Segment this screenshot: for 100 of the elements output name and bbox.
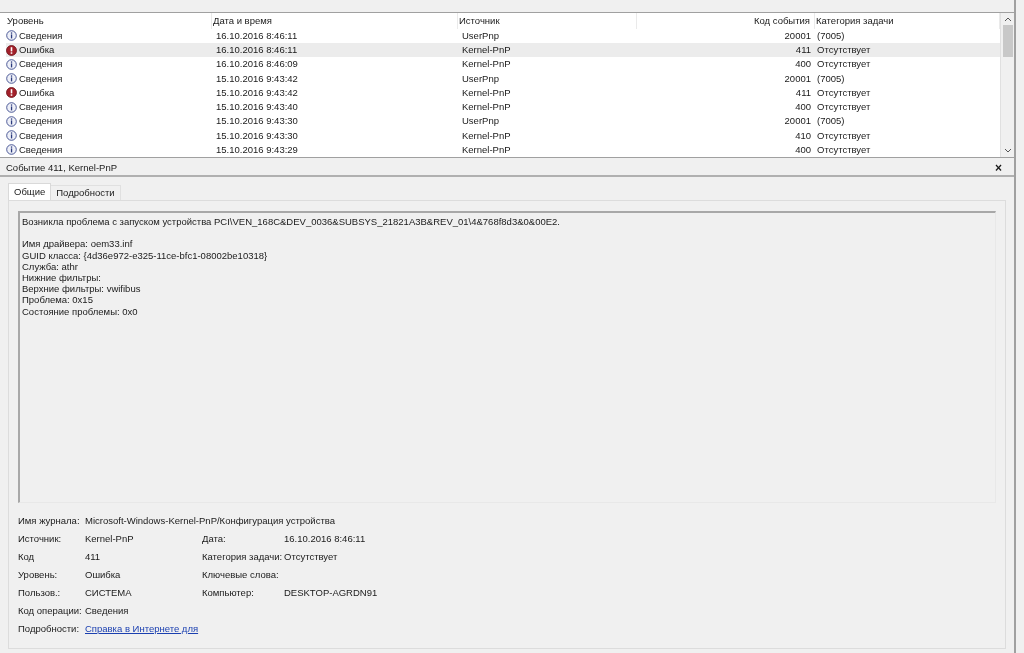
table-cell-text: 16.10.2016 8:46:09 <box>215 58 298 70</box>
field-label: Пользов.: <box>18 587 62 598</box>
table-cell: 20001 <box>784 114 811 129</box>
table-cell-text: 400 <box>795 100 811 114</box>
detail-title: Событие 411, Kernel-PnP <box>6 160 117 175</box>
tab[interactable]: Подробности <box>51 185 121 200</box>
table-cell: Сведения <box>19 128 63 143</box>
table-row[interactable]: Сведения 15.10.2016 9:43:30 UserPnp 20001 (7005) <box>6 114 1000 129</box>
table-cell-text: (7005) <box>816 72 845 84</box>
table-cell: Сведения <box>19 71 63 86</box>
table-cell: Сведения <box>19 142 63 157</box>
table-cell-text: Отсутствует <box>816 143 871 155</box>
field-value: Kernel-PnP <box>85 533 134 544</box>
description-line: Служба: athr <box>22 260 78 272</box>
table-cell: 400 <box>795 142 811 157</box>
table-cell: Сведения <box>19 28 63 43</box>
field-value: Ошибка <box>85 569 121 580</box>
table-cell: Ошибка <box>19 85 55 100</box>
table-cell-text: 15.10.2016 9:43:42 <box>215 86 298 98</box>
table-row[interactable]: Сведения 16.10.2016 8:46:11 UserPnp 20001 (7005) <box>6 28 1000 43</box>
field-label: Подробности: <box>18 623 81 634</box>
table-cell-text: 15.10.2016 9:43:30 <box>215 129 298 141</box>
table-cell-text: 15.10.2016 9:43:30 <box>215 115 298 127</box>
table-cell-text: Отсутствует <box>816 44 871 55</box>
description-box[interactable] <box>18 211 996 503</box>
tab[interactable]: Общие <box>8 183 52 200</box>
field-label: Компьютер: <box>202 587 255 598</box>
table-cell-text: (7005) <box>816 115 845 127</box>
info-icon <box>6 144 17 156</box>
column-header[interactable]: Дата и время <box>212 13 458 29</box>
table-row[interactable]: Ошибка 16.10.2016 8:46:11 Kernel-PnP 411 Отсутствует <box>6 43 1000 58</box>
table-cell-text: UserPnp <box>461 29 499 41</box>
field-value: Microsoft-Windows-Kernel-PnP/Конфигурация устройства <box>85 515 335 526</box>
table-cell: 20001 <box>784 71 811 86</box>
description-line: Имя драйвера: oem33.inf <box>22 238 133 250</box>
field-label: Код операции: <box>18 605 83 616</box>
info-icon <box>6 58 17 70</box>
field-label: Категория задачи: <box>202 551 284 562</box>
scrollbar[interactable] <box>1000 13 1014 157</box>
table-cell-text: 15.10.2016 9:43:40 <box>215 101 298 112</box>
table-row[interactable]: Сведения 15.10.2016 9:43:30 Kernel-PnP 410 Отсутствует <box>6 128 1000 143</box>
table-cell-text: 16.10.2016 8:46:11 <box>215 44 298 55</box>
table-cell-text: Сведения <box>19 100 63 114</box>
table-cell-text: Kernel-PnP <box>461 129 511 141</box>
table-cell: 411 <box>795 85 811 100</box>
table-row[interactable]: Сведения 16.10.2016 8:46:09 Kernel-PnP 400 Отсутствует <box>6 57 1000 72</box>
table-cell-text: Отсутствует <box>816 86 871 98</box>
field-value: 411 <box>85 551 101 562</box>
field-label: Имя журнала: <box>18 515 81 526</box>
table-cell: Сведения <box>19 114 63 129</box>
table-cell-text: UserPnp <box>461 72 499 84</box>
field-value: 16.10.2016 8:46:11 <box>284 533 366 544</box>
table-cell-text: Kernel-PnP <box>461 86 511 98</box>
help-link[interactable]: Справка в Интернете для <box>85 623 199 634</box>
table-cell-text: 15.10.2016 9:43:42 <box>215 72 298 84</box>
table-cell-text: 411 <box>795 43 811 57</box>
column-header[interactable]: Код события <box>637 13 815 29</box>
table-cell-text: Kernel-PnP <box>461 58 511 70</box>
info-icon <box>6 115 17 127</box>
table-row[interactable]: Сведения 15.10.2016 9:43:42 UserPnp 20001 (7005) <box>6 71 1000 86</box>
table-cell: 20001 <box>784 28 811 43</box>
field-value: СИСТЕМА <box>85 587 132 598</box>
table-cell: Сведения <box>19 57 63 72</box>
field-label: Источник: <box>18 533 63 544</box>
description-line: Верхние фильтры: vwifibus <box>22 283 141 295</box>
table-cell-text: Отсутствует <box>816 58 871 70</box>
table-cell-text: Отсутствует <box>816 101 871 112</box>
field-value: Сведения <box>85 605 129 616</box>
table-cell-text: Kernel-PnP <box>461 143 511 155</box>
description-line: GUID класса: {4d36e972-e325-11ce-bfc1-08002be10318} <box>22 249 268 261</box>
field-label: Дата: <box>202 533 227 544</box>
description-line: Состояние проблемы: 0x0 <box>22 305 138 317</box>
table-cell-text: Отсутствует <box>816 129 871 141</box>
description-line: Нижние фильтры: <box>22 272 101 284</box>
table-cell-text: Kernel-PnP <box>461 101 511 112</box>
table-cell-text: UserPnp <box>461 115 499 127</box>
table-cell-text: 15.10.2016 9:43:29 <box>215 143 298 155</box>
description-line: Проблема: 0x15 <box>22 294 93 306</box>
close-button[interactable]: × <box>995 162 1002 174</box>
field-label: Уровень: <box>18 569 59 580</box>
table-cell-text: 16.10.2016 8:46:11 <box>215 29 298 41</box>
table-cell-text: Ошибка <box>19 43 55 57</box>
column-header[interactable]: Источник <box>458 13 637 29</box>
info-icon <box>6 73 17 85</box>
info-icon <box>6 101 17 113</box>
scroll-thumb[interactable] <box>1002 25 1013 57</box>
table-row[interactable]: Сведения 15.10.2016 9:43:40 Kernel-PnP 400 Отсутствует <box>6 100 1000 115</box>
info-icon <box>6 30 17 42</box>
table-cell: 410 <box>795 128 811 143</box>
field-label: Код <box>18 551 36 562</box>
error-icon <box>6 44 17 56</box>
error-icon <box>6 87 17 99</box>
field-value: DESKTOP-AGRDN91 <box>284 587 378 598</box>
table-cell-text: (7005) <box>816 29 845 41</box>
field-value: Отсутствует <box>284 551 338 562</box>
table-row[interactable]: Сведения 15.10.2016 9:43:29 Kernel-PnP 400 Отсутствует <box>6 142 1000 157</box>
description-line: Возникла проблема с запуском устройства PCI\VEN_168C&DEV_0036&SUBSYS_21821A3B&REV_01\4&768f8d3&0&00E2. <box>22 216 560 228</box>
column-header[interactable]: Уровень <box>6 13 212 29</box>
table-row[interactable]: Ошибка 15.10.2016 9:43:42 Kernel-PnP 411 Отсутствует <box>6 85 1000 100</box>
field-label: Ключевые слова: <box>202 569 280 580</box>
